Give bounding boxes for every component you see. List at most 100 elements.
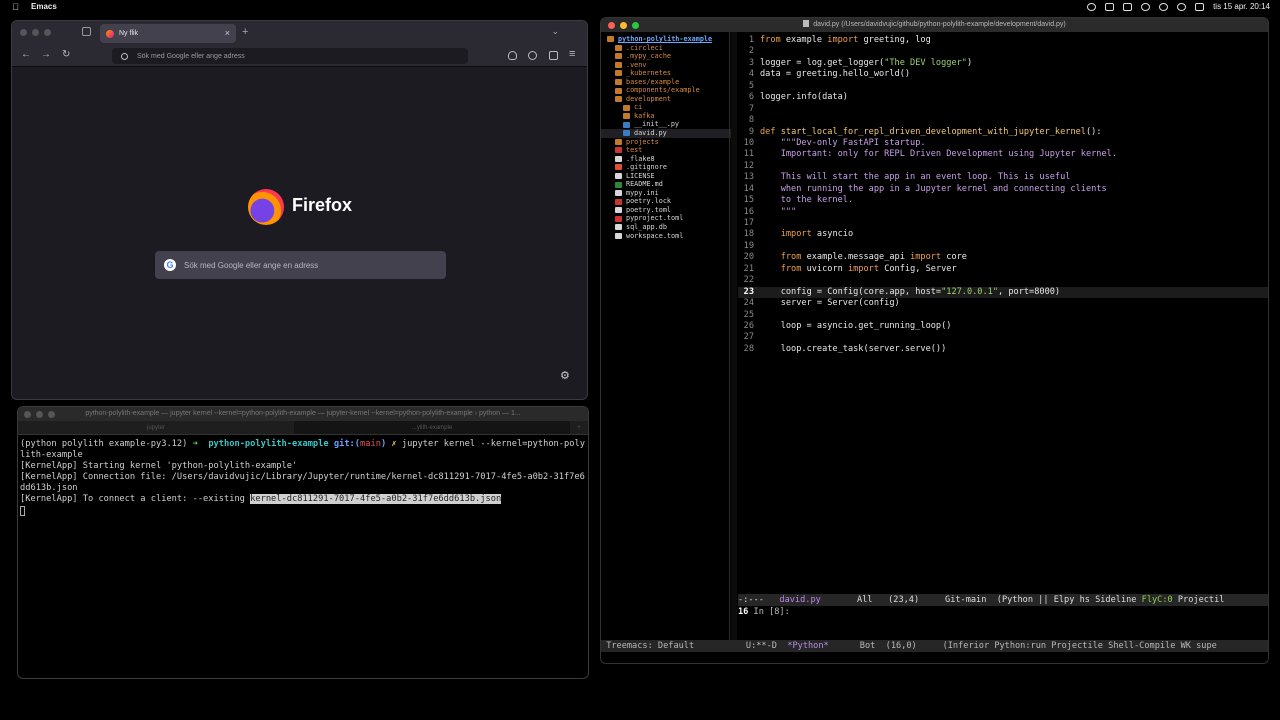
code-editor[interactable]: 1 from example import greeting, log 2 3 logg… (738, 32, 1268, 607)
code-line[interactable]: 4 data = greeting.hello_world() (738, 69, 1268, 80)
zoom-window-button[interactable] (44, 29, 51, 36)
apple-icon[interactable]:  (11, 2, 20, 12)
code-line[interactable]: 16 """ (738, 207, 1268, 218)
tree-item[interactable]: components/example (601, 86, 731, 95)
input-source-icon[interactable] (1105, 2, 1115, 11)
code-line[interactable]: 26 loop = asyncio.get_running_loop() (738, 321, 1268, 332)
account-icon[interactable] (528, 51, 537, 60)
code-line[interactable]: 19 (738, 241, 1268, 252)
battery-icon[interactable] (1123, 2, 1133, 11)
menubar-clock[interactable]: tis 15 apr. 20:14 (1213, 2, 1270, 11)
tree-item[interactable]: mypy.ini (601, 189, 731, 198)
ml-vc[interactable]: Git-main (945, 595, 986, 605)
close-window-button[interactable] (24, 411, 31, 418)
tree-item[interactable]: LICENSE (601, 172, 731, 181)
terminal-tab-example[interactable]: ...ylith-example (294, 421, 570, 434)
tree-item[interactable]: test (601, 146, 731, 155)
code-line[interactable]: 1 from example import greeting, log (738, 35, 1268, 46)
view-recent-icon[interactable] (82, 27, 91, 36)
repl-modes[interactable]: (Inferior Python:run Projectile Shell-Co… (943, 641, 1217, 651)
code-line[interactable]: 6 logger.info(data) (738, 92, 1268, 103)
code-line[interactable]: 20 from example.message_api import core (738, 252, 1268, 263)
code-line[interactable]: 28 loop.create_task(server.serve()) (738, 344, 1268, 355)
code-line[interactable]: 2 (738, 46, 1268, 57)
tree-item[interactable]: .gitignore (601, 163, 731, 172)
python-repl[interactable]: 16 In [8]: (738, 606, 1268, 642)
tree-item[interactable]: ci (601, 103, 731, 112)
ml-flycheck[interactable]: FlyC:0 (1142, 595, 1173, 605)
tree-item[interactable]: bases/example (601, 78, 731, 87)
user-icon[interactable] (1141, 2, 1151, 11)
ml-modes-rest[interactable]: Projectil (1173, 595, 1225, 605)
ml-modes[interactable]: (Python || Elpy hs Sideline (997, 595, 1142, 605)
code-line[interactable]: 15 to the kernel. (738, 195, 1268, 206)
record-icon[interactable] (1087, 2, 1097, 11)
tree-root[interactable]: python-polylith-example (601, 35, 731, 44)
code-line[interactable]: 25 (738, 310, 1268, 321)
code-line[interactable]: 24 server = Server(config) (738, 298, 1268, 309)
code-line[interactable]: 10 """Dev-only FastAPI startup. (738, 138, 1268, 149)
gear-icon[interactable]: ⚙ (560, 369, 570, 382)
code-line[interactable]: 5 (738, 81, 1268, 92)
tree-item[interactable]: david.py (601, 129, 731, 138)
code-line[interactable]: 27 (738, 332, 1268, 343)
tree-item[interactable]: README.md (601, 180, 731, 189)
tree-item[interactable]: poetry.lock (601, 197, 731, 206)
wifi-icon[interactable] (1159, 2, 1169, 11)
close-tab-icon[interactable]: × (225, 28, 230, 38)
forward-icon[interactable]: → (41, 49, 51, 60)
active-app-name[interactable]: Emacs (31, 2, 57, 11)
extensions-icon[interactable] (549, 51, 558, 60)
tree-item[interactable]: kafka (601, 112, 731, 121)
tree-item[interactable]: .flake8 (601, 155, 731, 164)
spotlight-icon[interactable] (1177, 2, 1187, 11)
tree-item[interactable]: poetry.toml (601, 206, 731, 215)
newtab-search-input[interactable]: G Sök med Google eller ange en adress (155, 251, 446, 279)
minimize-window-button[interactable] (620, 22, 627, 29)
repl-buffer-name[interactable]: *Python* (787, 641, 828, 651)
code-line[interactable]: 12 (738, 161, 1268, 172)
treemacs-workspace[interactable]: Treemacs: Default (606, 641, 694, 651)
code-line[interactable]: 3 logger = log.get_logger("The DEV logger… (738, 58, 1268, 69)
echo-area[interactable] (601, 652, 1268, 663)
code-line[interactable]: 21 from uvicorn import Config, Server (738, 264, 1268, 275)
zoom-window-button[interactable] (632, 22, 639, 29)
firefox-tab-new[interactable]: Ny flik × (100, 24, 236, 43)
code-line[interactable]: 17 (738, 218, 1268, 229)
terminal-output[interactable]: (python polylith example-py3.12) ➜ pytho… (18, 435, 588, 517)
code-line[interactable]: 14 when running the app in a Jupyter ker… (738, 184, 1268, 195)
tree-item[interactable]: workspace.toml (601, 232, 731, 241)
tree-item[interactable]: development (601, 95, 731, 104)
code-line[interactable]: 18 import asyncio (738, 229, 1268, 240)
close-window-button[interactable] (608, 22, 615, 29)
ml-buffer-name[interactable]: david.py (779, 595, 820, 605)
control-center-icon[interactable] (1195, 2, 1205, 11)
menu-icon[interactable]: ≡ (569, 48, 575, 60)
zoom-window-button[interactable] (48, 411, 55, 418)
minimize-window-button[interactable] (36, 411, 43, 418)
pocket-icon[interactable] (508, 51, 517, 60)
new-terminal-tab-button[interactable]: + (570, 421, 588, 434)
selected-text[interactable]: kernel-dc811291-7017-4fe5-a0b2-31f7e6dd6… (250, 494, 502, 505)
code-line[interactable]: 9 def start_local_for_repl_driven_develop… (738, 127, 1268, 138)
code-line[interactable]: 23 config = Config(core.app, host="127.0… (738, 286, 1268, 299)
code-line[interactable]: 11 Important: only for REPL Driven Devel… (738, 149, 1268, 160)
tree-item[interactable]: sql_app.db (601, 223, 731, 232)
code-line[interactable]: 22 (738, 275, 1268, 286)
back-icon[interactable]: ← (21, 49, 31, 60)
tree-item[interactable]: .venv (601, 61, 731, 70)
code-line[interactable]: 8 (738, 115, 1268, 126)
code-line[interactable]: 13 This will start the app in an event l… (738, 172, 1268, 183)
minimize-window-button[interactable] (32, 29, 39, 36)
reload-icon[interactable]: ↻ (62, 49, 70, 60)
close-window-button[interactable] (20, 29, 27, 36)
tree-item[interactable]: _kubernetes (601, 69, 731, 78)
new-tab-button[interactable]: + (242, 26, 248, 38)
terminal-tab-jupyter[interactable]: jupyter (18, 421, 294, 434)
tree-item[interactable]: .mypy_cache (601, 52, 731, 61)
list-tabs-icon[interactable]: ⌄ (551, 26, 559, 37)
tree-item[interactable]: pyproject.toml (601, 214, 731, 223)
tree-item[interactable]: projects (601, 138, 731, 147)
code-line[interactable]: 7 (738, 104, 1268, 115)
tree-item[interactable]: __init__.py (601, 120, 731, 129)
